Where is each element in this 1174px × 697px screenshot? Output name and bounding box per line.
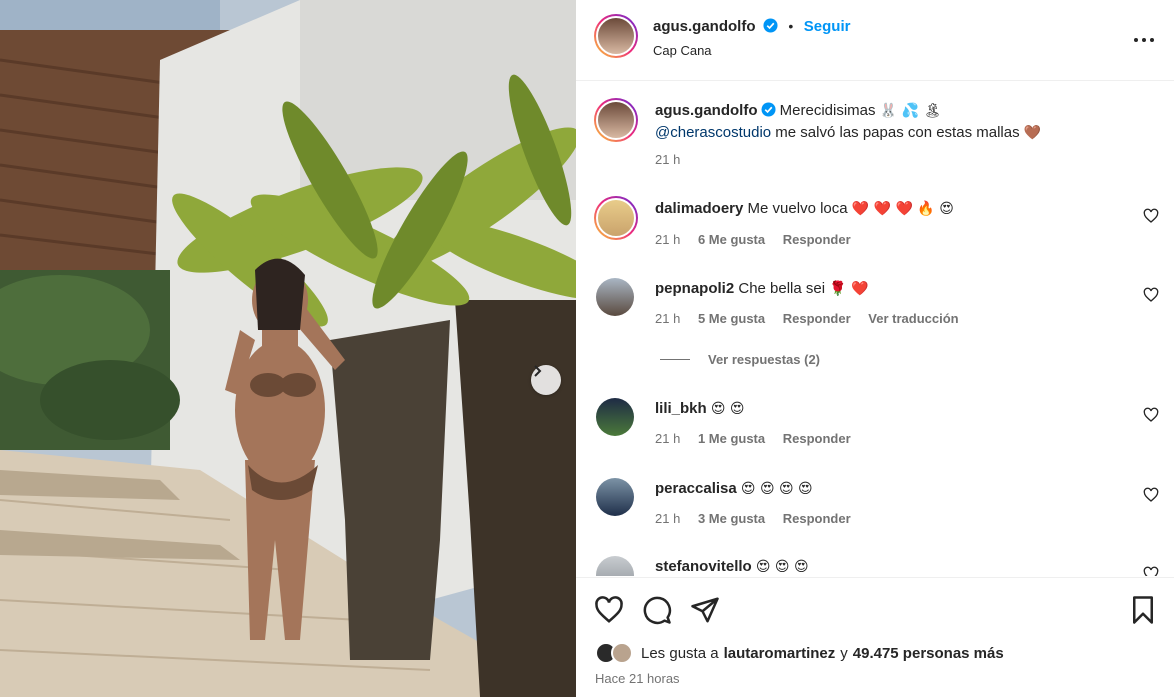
comment-emojis: ❤️ ❤️ ❤️ 🔥 😍 [851, 201, 954, 217]
post-time-ago[interactable]: Hace 21 horas [595, 671, 680, 686]
follow-button[interactable]: Seguir [804, 18, 851, 35]
heart-icon[interactable] [594, 595, 624, 625]
author-avatar[interactable] [594, 14, 638, 58]
reply-button[interactable]: Responder [783, 311, 851, 326]
replies-line [660, 359, 690, 360]
likes-prefix: Les gusta a [641, 644, 719, 662]
verified-icon [760, 102, 776, 117]
comment-text: Che bella sei [738, 280, 826, 297]
comment-meta: 21 h 6 Me gusta Responder [655, 232, 865, 247]
post-panel: agus.gandolfo • Seguir Cap Cana agus.gan… [576, 0, 1174, 697]
likes-others[interactable]: 49.475 personas más [853, 645, 1004, 662]
comment-heart-icon[interactable] [1143, 208, 1159, 224]
commenter-avatar[interactable] [596, 398, 634, 436]
translate-button[interactable]: Ver traducción [868, 311, 958, 326]
photo-illustration [0, 0, 576, 697]
reply-button[interactable]: Responder [783, 431, 851, 446]
verified-icon [763, 18, 778, 33]
caption-mention[interactable]: @cherascostudio [655, 124, 771, 141]
comment-meta: 21 h 3 Me gusta Responder [655, 511, 865, 526]
caption-emojis: 🐰 💦 🏝 [879, 103, 942, 119]
chevron-right-icon [534, 365, 542, 377]
comment-username[interactable]: peraccalisa [655, 480, 737, 497]
caption-text: Merecidisimas [779, 102, 876, 119]
comment-heart-icon[interactable] [1143, 566, 1159, 576]
comment-time[interactable]: 21 h [655, 511, 680, 526]
commenter-avatar[interactable] [596, 278, 634, 316]
caption-time[interactable]: 21 h [655, 152, 680, 167]
comment-heart-icon[interactable] [1143, 407, 1159, 423]
comment-username[interactable]: dalimadoery [655, 200, 743, 217]
caption-line-1: agus.gandolfo Merecidisimas 🐰 💦 🏝 [655, 100, 941, 122]
comment-line: dalimadoery Me vuelvo loca ❤️ ❤️ ❤️ 🔥 😍 [655, 198, 954, 220]
comment-emojis: 😍 😍 [710, 401, 745, 417]
next-photo-button[interactable] [531, 365, 561, 395]
comment-username[interactable]: stefanovitello [655, 558, 752, 575]
view-replies-button[interactable]: Ver respuestas (2) [660, 352, 820, 367]
caption-rest: me salvó las papas con estas mallas [775, 124, 1020, 141]
comment-line: lili_bkh 😍 😍 [655, 398, 745, 420]
action-bar: Les gusta a lautaromartinez y 49.475 per… [576, 577, 1174, 697]
bookmark-icon[interactable] [1128, 595, 1158, 625]
author-username[interactable]: agus.gandolfo [653, 18, 756, 35]
comment-line: peraccalisa 😍 😍 😍 😍 [655, 478, 813, 500]
post-photo[interactable] [0, 0, 576, 697]
comment-username[interactable]: pepnapoli2 [655, 280, 734, 297]
caption-meta: 21 h [655, 152, 694, 167]
post-location[interactable]: Cap Cana [653, 43, 712, 58]
caption-emoji-heart: 🤎 [1023, 125, 1042, 141]
more-icon[interactable] [1132, 28, 1156, 52]
comment-icon[interactable] [642, 595, 672, 625]
caption-line-2: @cherascostudio me salvó las papas con e… [655, 122, 1041, 144]
comment-line: pepnapoli2 Che bella sei 🌹 ❤️ [655, 278, 869, 300]
comment-emojis: 😍 😍 😍 😍 [740, 481, 813, 497]
comment-heart-icon[interactable] [1143, 287, 1159, 303]
share-icon[interactable] [690, 595, 720, 625]
comment-emojis: 🌹 ❤️ [829, 281, 869, 297]
comment-time[interactable]: 21 h [655, 431, 680, 446]
comment-likes[interactable]: 1 Me gusta [698, 431, 765, 446]
caption-avatar[interactable] [594, 98, 638, 142]
comment-text: Me vuelvo loca [747, 200, 848, 217]
reply-button[interactable]: Responder [783, 232, 851, 247]
comment-emojis: 😍 😍 😍 [755, 559, 809, 575]
caption-username[interactable]: agus.gandolfo [655, 102, 758, 119]
header-title-row: agus.gandolfo • Seguir [653, 18, 850, 36]
commenter-avatar[interactable] [596, 556, 634, 576]
commenter-avatar[interactable] [594, 196, 638, 240]
comment-time[interactable]: 21 h [655, 232, 680, 247]
comment-meta: 21 h 1 Me gusta Responder [655, 431, 865, 446]
comment-meta: 21 h 5 Me gusta Responder Ver traducción [655, 311, 973, 326]
liker-avatar[interactable] [611, 642, 633, 664]
comment-likes[interactable]: 5 Me gusta [698, 311, 765, 326]
reply-button[interactable]: Responder [783, 511, 851, 526]
commenter-avatar[interactable] [596, 478, 634, 516]
separator-dot: • [788, 18, 794, 34]
liker-username[interactable]: lautaromartinez [724, 645, 836, 662]
likes-summary: Les gusta a lautaromartinez y 49.475 per… [595, 642, 1004, 664]
view-replies-label: Ver respuestas (2) [708, 352, 821, 367]
comment-time[interactable]: 21 h [655, 311, 680, 326]
comments-list[interactable]: agus.gandolfo Merecidisimas 🐰 💦 🏝 @chera… [576, 82, 1174, 576]
comment-line: stefanovitello 😍 😍 😍 [655, 556, 809, 576]
comment-heart-icon[interactable] [1143, 487, 1159, 503]
post-header: agus.gandolfo • Seguir Cap Cana [576, 0, 1174, 81]
comment-username[interactable]: lili_bkh [655, 400, 707, 417]
likes-connector: y [840, 644, 848, 662]
comment-likes[interactable]: 6 Me gusta [698, 232, 765, 247]
comment-likes[interactable]: 3 Me gusta [698, 511, 765, 526]
